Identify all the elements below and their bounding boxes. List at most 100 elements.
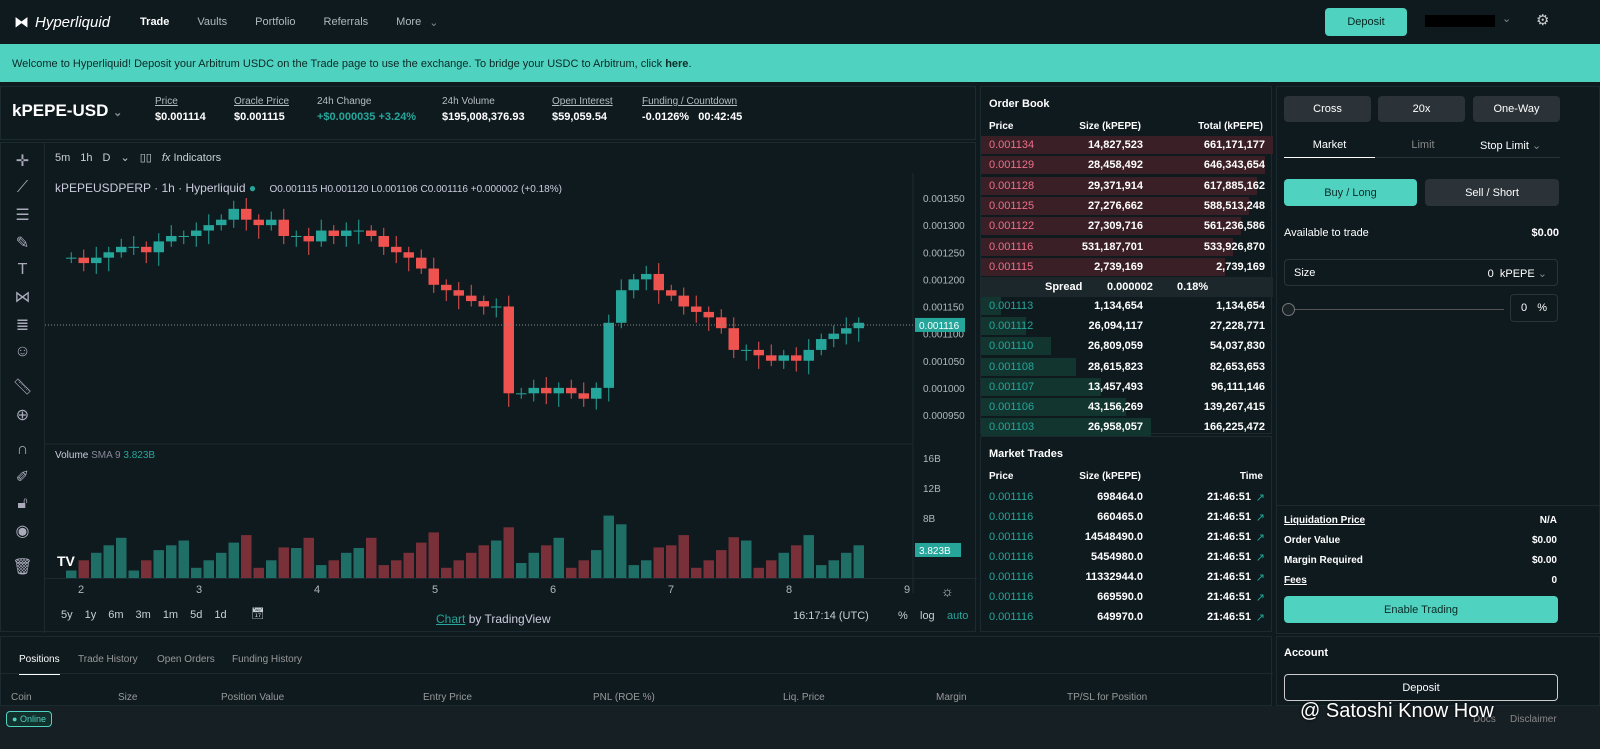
bid-row[interactable]: 0.001110 26,809,059 54,037,830	[981, 336, 1273, 356]
bid-row[interactable]: 0.001113 1,134,654 1,134,654	[981, 296, 1273, 316]
deposit-button[interactable]: Deposit	[1325, 8, 1407, 36]
external-link-icon[interactable]: ↗	[1256, 571, 1265, 584]
external-link-icon[interactable]: ↗	[1256, 511, 1265, 524]
eye-icon[interactable]: ◉	[1, 521, 44, 541]
ask-row[interactable]: 0.001128 29,371,914 617,885,162	[981, 176, 1273, 196]
interval-d[interactable]: D	[103, 152, 111, 164]
tab-market[interactable]: Market	[1284, 132, 1375, 158]
range-1d[interactable]: 1d	[214, 609, 226, 621]
nav-portfolio[interactable]: Portfolio	[255, 16, 295, 28]
external-link-icon[interactable]: ↗	[1256, 491, 1265, 504]
column-header[interactable]: Size	[118, 692, 137, 703]
chevron-down-icon[interactable]: ⌄	[120, 151, 129, 164]
range-5y[interactable]: 5y	[61, 609, 73, 621]
ask-row[interactable]: 0.001129 28,458,492 646,343,654	[981, 155, 1273, 175]
tab-positions[interactable]: Positions	[19, 654, 60, 675]
ask-row[interactable]: 0.001122 27,309,716 561,236,586	[981, 216, 1273, 236]
info-label[interactable]: Liquidation Price	[1284, 515, 1365, 526]
lock-icon[interactable]: 🔓︎	[1, 495, 44, 513]
wallet-address[interactable]	[1425, 15, 1495, 27]
ruler-icon[interactable]: 📏︎	[1, 377, 44, 397]
range-3m[interactable]: 3m	[136, 609, 151, 621]
external-link-icon[interactable]: ↗	[1256, 591, 1265, 604]
indicators-button[interactable]: fx Indicators	[162, 152, 221, 164]
tab-stop-limit[interactable]: Stop Limit ⌄	[1480, 139, 1541, 152]
disclaimer-link[interactable]: Disclaimer	[1510, 714, 1557, 725]
bid-row[interactable]: 0.001103 26,958,057 166,225,472	[981, 417, 1273, 437]
buy-long-button[interactable]: Buy / Long	[1284, 179, 1417, 206]
calendar-icon[interactable]: 📅︎	[251, 607, 265, 620]
bid-row[interactable]: 0.001112 26,094,117 27,228,771	[981, 316, 1273, 336]
magnet-icon[interactable]: ∩	[1, 441, 44, 459]
external-link-icon[interactable]: ↗	[1256, 551, 1265, 564]
nav-trade[interactable]: Trade	[140, 16, 169, 28]
bridge-link[interactable]: here	[665, 58, 688, 70]
brush-icon[interactable]: ✎	[1, 233, 44, 253]
range-5d[interactable]: 5d	[190, 609, 202, 621]
ask-row[interactable]: 0.001115 2,739,169 2,739,169	[981, 257, 1273, 277]
leverage-button[interactable]: 20x	[1378, 96, 1465, 122]
ask-row[interactable]: 0.001134 14,827,523 661,171,177	[981, 135, 1273, 155]
crosshair-icon[interactable]: ✛	[1, 151, 44, 171]
candle-type-icon[interactable]: ▯▯	[140, 151, 152, 164]
tab-funding-history[interactable]: Funding History	[232, 654, 302, 665]
emoji-icon[interactable]: ☺	[1, 343, 44, 361]
size-slider[interactable]	[1289, 309, 1504, 310]
column-header[interactable]: TP/SL for Position	[1067, 692, 1147, 703]
size-input[interactable]: Size 0 kPEPE ⌄	[1284, 259, 1558, 286]
nav-vaults[interactable]: Vaults	[197, 16, 227, 28]
tab-open-orders[interactable]: Open Orders	[157, 654, 215, 665]
column-header[interactable]: Entry Price	[423, 692, 472, 703]
column-header[interactable]: PNL (ROE %)	[593, 692, 655, 703]
candle	[253, 219, 264, 226]
interval-5m[interactable]: 5m	[55, 152, 70, 164]
tab-trade-history[interactable]: Trade History	[78, 654, 138, 665]
enable-trading-button[interactable]: Enable Trading	[1284, 596, 1558, 623]
external-link-icon[interactable]: ↗	[1256, 531, 1265, 544]
range-1m[interactable]: 1m	[163, 609, 178, 621]
sell-short-button[interactable]: Sell / Short	[1425, 179, 1559, 206]
ask-row[interactable]: 0.001116 531,187,701 533,926,870	[981, 237, 1273, 257]
account-deposit-button[interactable]: Deposit	[1284, 674, 1558, 701]
percent-input[interactable]: 0%	[1510, 294, 1558, 322]
tradingview-logo[interactable]: TV	[57, 553, 75, 569]
trendline-icon[interactable]: ⟋	[1, 179, 44, 197]
slider-thumb[interactable]	[1282, 303, 1295, 316]
zoom-in-icon[interactable]: ⊕	[1, 405, 44, 425]
candlestick-chart[interactable]: 0.001350 0.001300 0.001250 0.001200 0.001150…	[45, 173, 977, 593]
bid-row[interactable]: 0.001108 28,615,823 82,653,653	[981, 357, 1273, 377]
auto-toggle[interactable]: auto	[947, 610, 968, 622]
range-1y[interactable]: 1y	[85, 609, 97, 621]
bid-row[interactable]: 0.001107 13,457,493 96,111,146	[981, 377, 1273, 397]
external-link-icon[interactable]: ↗	[1256, 611, 1265, 624]
gear-icon[interactable]: ⚙	[1536, 11, 1549, 29]
forecast-icon[interactable]: ≣	[1, 315, 44, 335]
lock-draw-icon[interactable]: ✐	[1, 467, 44, 487]
candle	[166, 235, 177, 242]
ask-row[interactable]: 0.001125 27,276,662 588,513,248	[981, 196, 1273, 216]
trash-icon[interactable]: 🗑︎	[1, 557, 44, 577]
position-mode-button[interactable]: One-Way	[1473, 96, 1560, 122]
volume-bar	[141, 560, 152, 578]
margin-mode-button[interactable]: Cross	[1284, 96, 1371, 122]
nav-more[interactable]: More	[396, 16, 421, 28]
column-header[interactable]: Position Value	[221, 692, 284, 703]
info-label[interactable]: Fees	[1284, 575, 1307, 586]
bid-row[interactable]: 0.001106 43,156,269 139,267,415	[981, 397, 1273, 417]
text-icon[interactable]: T	[1, 261, 44, 279]
tab-limit[interactable]: Limit	[1398, 139, 1448, 151]
column-header[interactable]: Margin	[936, 692, 967, 703]
log-toggle[interactable]: log	[920, 610, 935, 622]
interval-1h[interactable]: 1h	[80, 152, 92, 164]
percent-toggle[interactable]: %	[898, 610, 908, 622]
volume-bar	[728, 537, 739, 578]
column-header[interactable]: Coin	[11, 692, 32, 703]
brand-logo[interactable]: ⧓ Hyperliquid	[14, 13, 110, 32]
fib-icon[interactable]: ☰	[1, 205, 44, 225]
settings-icon[interactable]: ☼	[941, 583, 954, 599]
range-6m[interactable]: 6m	[108, 609, 123, 621]
nav-referrals[interactable]: Referrals	[324, 16, 369, 28]
pair-selector[interactable]: kPEPE-USD ⌄	[12, 101, 122, 121]
column-header[interactable]: Liq. Price	[783, 692, 825, 703]
pattern-icon[interactable]: ⋈	[1, 287, 44, 307]
